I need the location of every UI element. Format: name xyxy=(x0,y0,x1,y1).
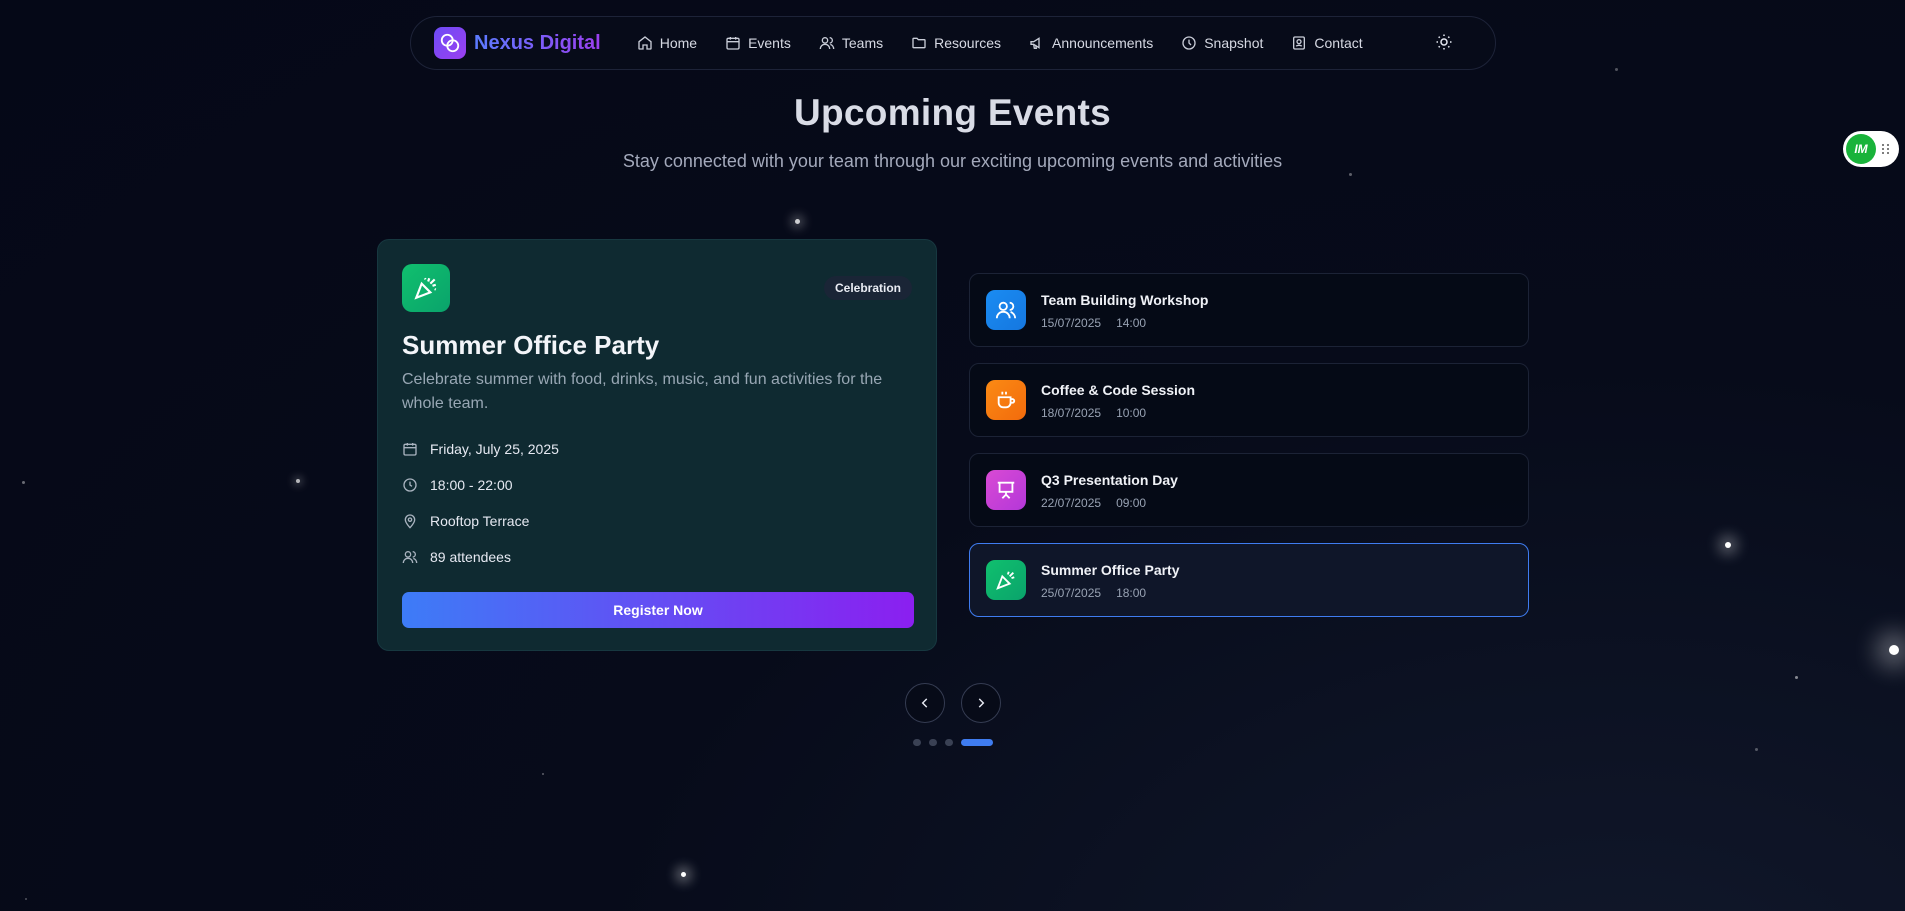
event-location: Rooftop Terrace xyxy=(430,513,530,529)
carousel-dot[interactable] xyxy=(929,739,937,746)
event-time: 18:00 - 22:00 xyxy=(430,477,513,493)
event-category-badge: Celebration xyxy=(823,276,912,300)
carousel-prev-button[interactable] xyxy=(905,683,945,723)
event-item-title: Coffee & Code Session xyxy=(1041,382,1196,398)
top-navbar: Nexus Digital Home Events Teams Resource… xyxy=(410,16,1496,70)
chevron-right-icon xyxy=(978,698,985,708)
event-attendees-row: 89 attendees xyxy=(402,549,511,565)
users-icon xyxy=(986,290,1026,330)
featured-event-description: Celebrate summer with food, drinks, musi… xyxy=(402,371,883,412)
brand-logo[interactable]: Nexus Digital xyxy=(434,27,601,59)
event-item-meta: 25/07/2025 18:00 xyxy=(1041,586,1146,600)
sun-icon xyxy=(1436,34,1452,50)
brand-logo-icon xyxy=(434,27,466,59)
event-list-item[interactable]: Coffee & Code Session 18/07/2025 10:00 xyxy=(969,363,1529,437)
event-item-date: 25/07/2025 xyxy=(1041,586,1102,600)
carousel-dot[interactable] xyxy=(913,739,921,746)
home-icon xyxy=(638,36,652,50)
nav-announcements[interactable]: Announcements xyxy=(1029,35,1153,51)
event-item-title: Team Building Workshop xyxy=(1041,292,1209,308)
event-date: Friday, July 25, 2025 xyxy=(430,441,559,457)
event-item-title: Summer Office Party xyxy=(1041,562,1180,578)
calendar-icon xyxy=(403,443,417,456)
snapshot-icon xyxy=(1182,36,1196,50)
theme-toggle-button[interactable] xyxy=(1435,33,1453,56)
event-item-title: Q3 Presentation Day xyxy=(1041,472,1178,488)
event-item-date: 18/07/2025 xyxy=(1041,406,1102,420)
nav-contact[interactable]: Contact xyxy=(1291,35,1363,51)
nav-label: Contact xyxy=(1314,35,1363,51)
event-location-row: Rooftop Terrace xyxy=(402,513,529,529)
map-pin-icon xyxy=(404,514,416,529)
page-subtitle: Stay connected with your team through ou… xyxy=(622,151,1283,171)
event-item-date: 22/07/2025 xyxy=(1041,496,1102,510)
nav-snapshot[interactable]: Snapshot xyxy=(1181,35,1263,51)
nav-label: Home xyxy=(659,35,698,51)
event-item-date: 15/07/2025 xyxy=(1041,316,1102,330)
event-attendees: 89 attendees xyxy=(430,549,511,565)
nav-label: Teams xyxy=(841,35,884,51)
event-item-time: 10:00 xyxy=(1116,406,1147,420)
floating-widget[interactable]: IM xyxy=(1843,131,1899,167)
nav-events[interactable]: Events xyxy=(725,35,791,51)
chevron-left-icon xyxy=(921,698,928,708)
event-item-time: 09:00 xyxy=(1116,496,1147,510)
nav-label: Announcements xyxy=(1052,35,1154,51)
presentation-icon xyxy=(986,470,1026,510)
featured-event-card: Celebration Summer Office Party Celebrat… xyxy=(377,239,937,651)
event-list-item-active[interactable]: Summer Office Party 25/07/2025 18:00 xyxy=(969,543,1529,617)
page-title: Upcoming Events xyxy=(794,92,1111,133)
nav-teams[interactable]: Teams xyxy=(819,35,883,51)
floating-widget-badge: IM xyxy=(1846,134,1876,164)
calendar-icon xyxy=(726,37,740,50)
event-item-meta: 15/07/2025 14:00 xyxy=(1041,316,1146,330)
event-list-item[interactable]: Q3 Presentation Day 22/07/2025 09:00 xyxy=(969,453,1529,527)
folder-icon xyxy=(912,37,926,49)
nav-resources[interactable]: Resources xyxy=(911,35,1001,51)
contact-icon xyxy=(1293,36,1306,50)
brand-name: Nexus Digital xyxy=(474,31,601,54)
clock-icon xyxy=(403,478,417,492)
event-time-row: 18:00 - 22:00 xyxy=(402,477,513,493)
party-popper-icon xyxy=(986,560,1026,600)
nav-label: Resources xyxy=(934,35,1002,51)
nav-label: Snapshot xyxy=(1204,35,1264,51)
megaphone-icon xyxy=(1030,37,1040,49)
event-item-time: 14:00 xyxy=(1116,316,1147,330)
coffee-icon xyxy=(986,380,1026,420)
nav-label: Events xyxy=(748,35,791,51)
event-list-item[interactable]: Team Building Workshop 15/07/2025 14:00 xyxy=(969,273,1529,347)
users-icon xyxy=(402,551,418,564)
register-now-button[interactable]: Register Now xyxy=(402,592,914,628)
event-item-time: 18:00 xyxy=(1116,586,1147,600)
party-popper-icon xyxy=(402,264,450,312)
nav-home[interactable]: Home xyxy=(637,35,697,51)
event-item-meta: 18/07/2025 10:00 xyxy=(1041,406,1146,420)
carousel-dot[interactable] xyxy=(945,739,953,746)
event-date-row: Friday, July 25, 2025 xyxy=(402,441,559,457)
carousel-dot-active[interactable] xyxy=(961,739,993,746)
users-icon xyxy=(819,37,835,50)
featured-event-title: Summer Office Party xyxy=(402,330,660,360)
drag-handle-icon[interactable] xyxy=(1880,143,1892,155)
event-item-meta: 22/07/2025 09:00 xyxy=(1041,496,1146,510)
carousel-next-button[interactable] xyxy=(961,683,1001,723)
